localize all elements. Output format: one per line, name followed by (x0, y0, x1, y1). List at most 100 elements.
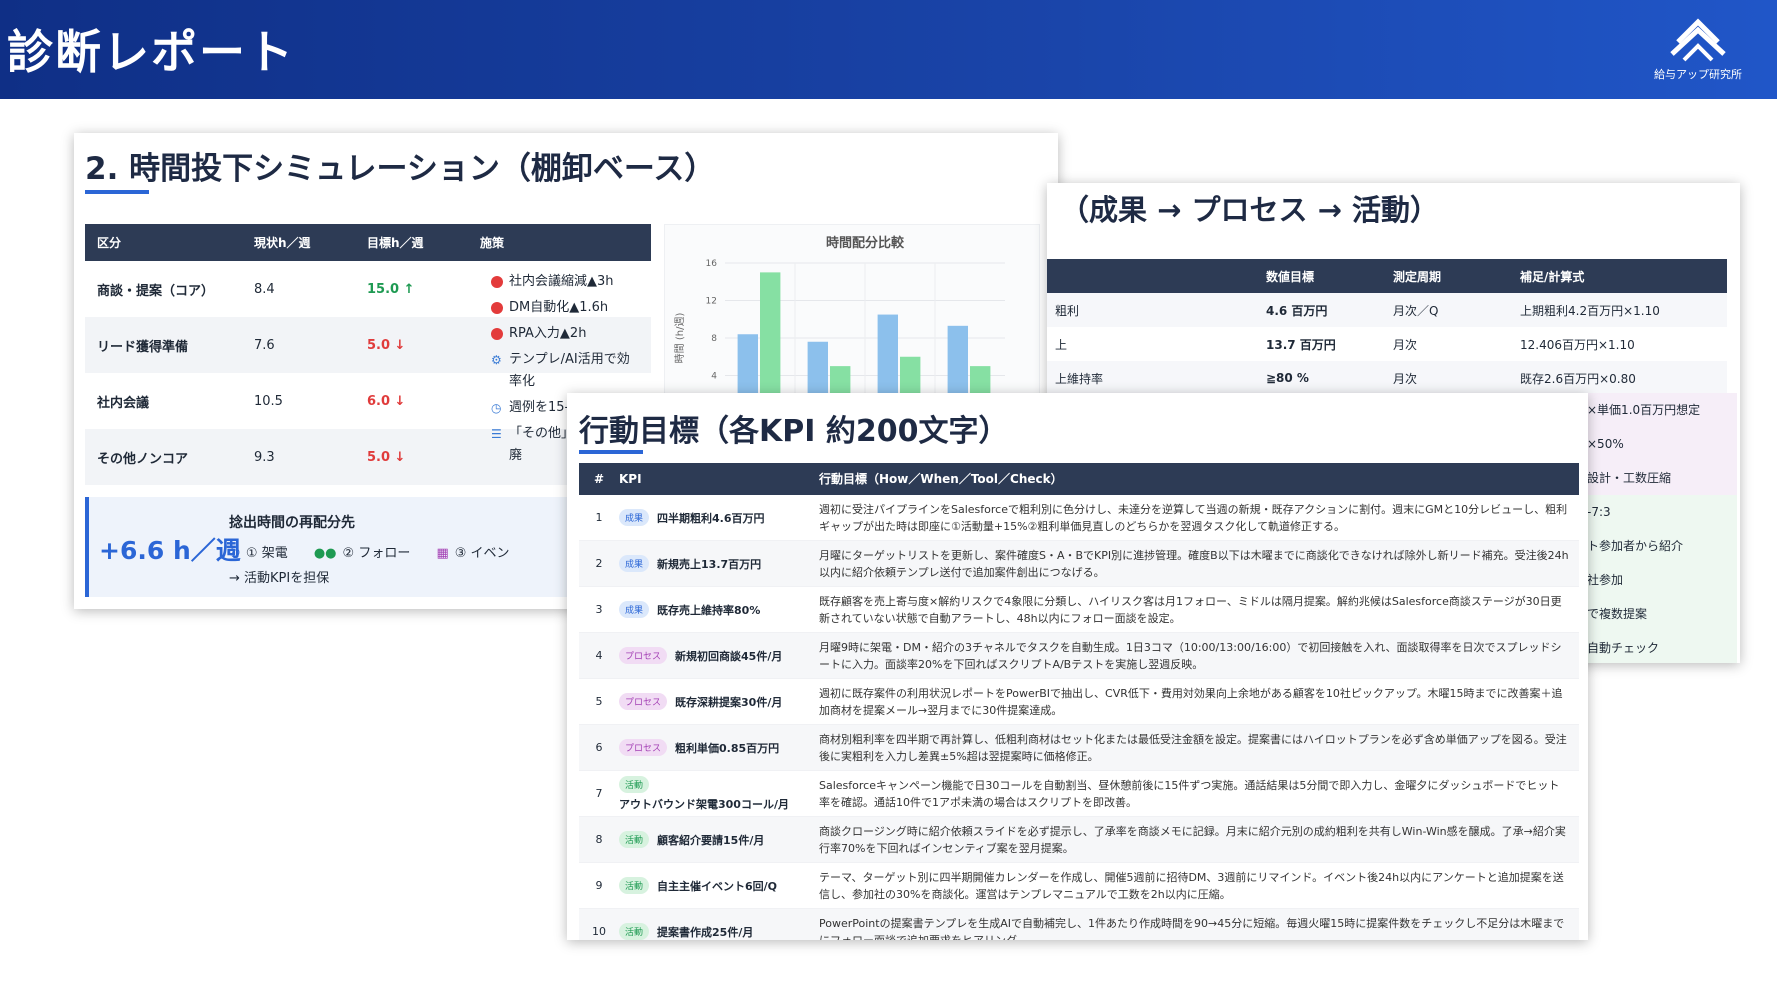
kpi-label: 自主主催イベント6回/Q (657, 879, 778, 893)
kpi-label: 既存深耕提案30件/月 (675, 695, 783, 709)
row-category: 社内会議 (97, 395, 150, 411)
side-note: -7:3 (1587, 495, 1737, 529)
y-tick-label: 4 (711, 372, 717, 382)
kpi-table-header: 数値目標 測定周期 補足/計算式 (1047, 259, 1727, 293)
row-number: 1 (595, 511, 603, 524)
kpi-label: 粗利単価0.85百万円 (675, 741, 780, 755)
kpi-type-badge: 活動 (619, 923, 650, 940)
table-row: 2 成果 新規売上13.7百万円 月曜にターゲットリストを更新し、案件確度S・A・Bで… (579, 541, 1579, 587)
row-category: その他ノンコア (97, 451, 189, 467)
row-category: 商談・提案（コア） (97, 283, 215, 299)
row-goal: 月曜9時に架電・DM・紹介の3チャネルでタスクを自動生成。1日3コマ（10:00… (819, 640, 1562, 671)
kpi-type-badge: 成果 (619, 555, 650, 572)
title-underline (579, 450, 643, 454)
phone-icon: ✆ (229, 546, 240, 561)
row-target: 15.0 ↑ (367, 281, 415, 297)
col-current: 現状h／週 (254, 236, 311, 250)
kpi-type-badge: プロセス (619, 647, 668, 664)
kpi-type-badge: 活動 (619, 775, 650, 793)
kpi-type-badge: プロセス (619, 693, 668, 710)
action-rows: 1 成果 四半期粗利4.6百万円 週初に受注パイプラインをSalesforceで粗利別… (579, 495, 1579, 940)
row-goal: Salesforceキャンペーン機能で日30コールを自動割当、昼休憩前後に15件… (819, 778, 1560, 809)
table-row: 7 活動 アウトバウンド架電300コール/月 Salesforceキャンペーン機能で日… (579, 771, 1579, 817)
col-measures: 施策 (480, 236, 505, 250)
row-number: 9 (595, 879, 603, 892)
page-title: 診断レポート (7, 25, 295, 79)
list-icon: ☰ (491, 427, 502, 441)
y-tick-label: 12 (706, 297, 717, 307)
row-goal: 商談クロージング時に紹介依頼スライドを必ず提示し、了承率を商談メモに記録。月末に… (819, 824, 1566, 855)
action-table-header: # KPI 行動目標（How／When／Tool／Check） (579, 463, 1579, 495)
row-number: 4 (595, 649, 603, 662)
realloc-hours: +6.6 h／週 (99, 536, 241, 565)
chart-title: 時間配分比較 (826, 235, 905, 251)
list-item: DM自動化▲1.6h (491, 297, 641, 319)
brand-logo: 給与アップ研究所 (1643, 14, 1753, 82)
side-note: 自動チェック (1587, 631, 1737, 663)
realloc-channels: ✆ ① 架電 ●● ② フォロー ▦ ③ イベン (229, 542, 532, 561)
kpi-cycle: 月次 (1393, 371, 1418, 386)
y-tick-label: 8 (711, 334, 717, 344)
row-kpi: 活動 顧客紹介要請15件/月 (619, 831, 819, 848)
kpi-label: 四半期粗利4.6百万円 (657, 511, 765, 525)
clock-icon: ◷ (491, 401, 502, 415)
kpi-note: 12.406百万円×1.10 (1520, 337, 1635, 352)
row-goal: 既存顧客を売上寄与度×解約リスクで4象限に分類し、ハイリスク客は月1フォロー、ミ… (819, 594, 1562, 625)
list-item: RPA入力▲2h (491, 323, 641, 345)
channel-follow: ② フォロー (342, 546, 411, 561)
bar (760, 272, 781, 413)
kpi-target: 13.7 百万円 (1266, 337, 1336, 352)
kpi-type-badge: 活動 (619, 831, 650, 848)
table-row: 上維持率 ≧80 % 月次 既存2.6百万円×0.80 (1047, 361, 1727, 395)
kpi-label: 提案書作成25件/月 (657, 925, 754, 939)
row-current: 7.6 (254, 337, 275, 353)
table-row: 3 成果 既存売上維持率80% 既存顧客を売上寄与度×解約リスクで4象限に分類し、ハイ… (579, 587, 1579, 633)
kpi-target: ≧80 % (1266, 371, 1309, 385)
report-header: 診断レポート 給与アップ研究所 (0, 0, 1777, 99)
row-current: 10.5 (254, 393, 283, 409)
row-target: 5.0 ↓ (367, 337, 406, 353)
kpi-name: 上 (1055, 337, 1068, 352)
row-goal: 月曜にターゲットリストを更新し、案件確度S・A・BでKPI別に進捗管理。確度B以… (819, 548, 1569, 579)
kpi-label: アウトバウンド架電300コール/月 (619, 797, 789, 811)
kpi-label: 既存売上維持率80% (657, 603, 761, 617)
row-number: 5 (595, 695, 603, 708)
row-kpi: 活動 自主主催イベント6回/Q (619, 877, 819, 894)
kpi-label: 新規初回商談45件/月 (675, 649, 783, 663)
kpi-cycle: 月次／Q (1393, 303, 1439, 318)
col-category: 区分 (97, 236, 122, 250)
kpi-note: 上期粗利4.2百万円×1.10 (1520, 303, 1660, 318)
minus-circle-icon (491, 302, 503, 314)
title-underline (85, 190, 149, 194)
col-target: 目標h／週 (367, 236, 424, 250)
table-row: 8 活動 顧客紹介要請15件/月 商談クロージング時に紹介依頼スライドを必ず提示し、了… (579, 817, 1579, 863)
kpi-side-notes: ×単価1.0百万円想定 ×50% 設計・工数圧縮 -7:3 ト参加者から紹介 社… (1587, 393, 1737, 663)
realloc-label: 捻出時間の再配分先 (229, 515, 355, 531)
row-number: 2 (595, 557, 603, 570)
col-number: # (593, 472, 605, 486)
side-note: ×単価1.0百万円想定 (1587, 393, 1737, 427)
row-kpi: プロセス 粗利単価0.85百万円 (619, 739, 819, 756)
chart-ylabel: 時間 (h/週) (674, 313, 686, 364)
kpi-table: 数値目標 測定周期 補足/計算式 粗利 4.6 百万円 月次／Q 上期粗利4.2… (1047, 259, 1727, 395)
row-number: 3 (595, 603, 603, 616)
kpi-cycle: 月次 (1393, 337, 1418, 352)
kpi-type-badge: 成果 (619, 601, 650, 618)
row-category: リード獲得準備 (97, 339, 189, 355)
row-kpi: 活動アウトバウンド架電300コール/月 (619, 775, 819, 812)
list-item: 社内会議縮減▲3h (491, 271, 641, 293)
gears-icon: ⚙ (491, 353, 502, 367)
table-row: 6 プロセス 粗利単価0.85百万円 商材別粗利率を四半期で再計算し、低粗利商材はセッ… (579, 725, 1579, 771)
kpi-note: 既存2.6百万円×0.80 (1520, 371, 1636, 386)
action-table: # KPI 行動目標（How／When／Tool／Check） 1 成果 四半期粗利… (579, 463, 1579, 940)
logo-chevrons-icon (1670, 18, 1726, 62)
row-target: 5.0 ↓ (367, 449, 406, 465)
channel-call: ① 架電 (245, 546, 288, 561)
table-row: 上 13.7 百万円 月次 12.406百万円×1.10 (1047, 327, 1727, 361)
action-card-title: 行動目標（各KPI 約200文字） (579, 414, 1009, 449)
kpi-target: 4.6 百万円 (1266, 303, 1328, 318)
time-table-header: 区分 現状h／週 目標h／週 施策 (85, 224, 651, 261)
row-kpi: プロセス 既存深耕提案30件/月 (619, 693, 819, 710)
table-row: 9 活動 自主主催イベント6回/Q テーマ、ターゲット別に四半期開催カレンダーを作成し… (579, 863, 1579, 909)
col-note: 補足/計算式 (1520, 269, 1585, 284)
